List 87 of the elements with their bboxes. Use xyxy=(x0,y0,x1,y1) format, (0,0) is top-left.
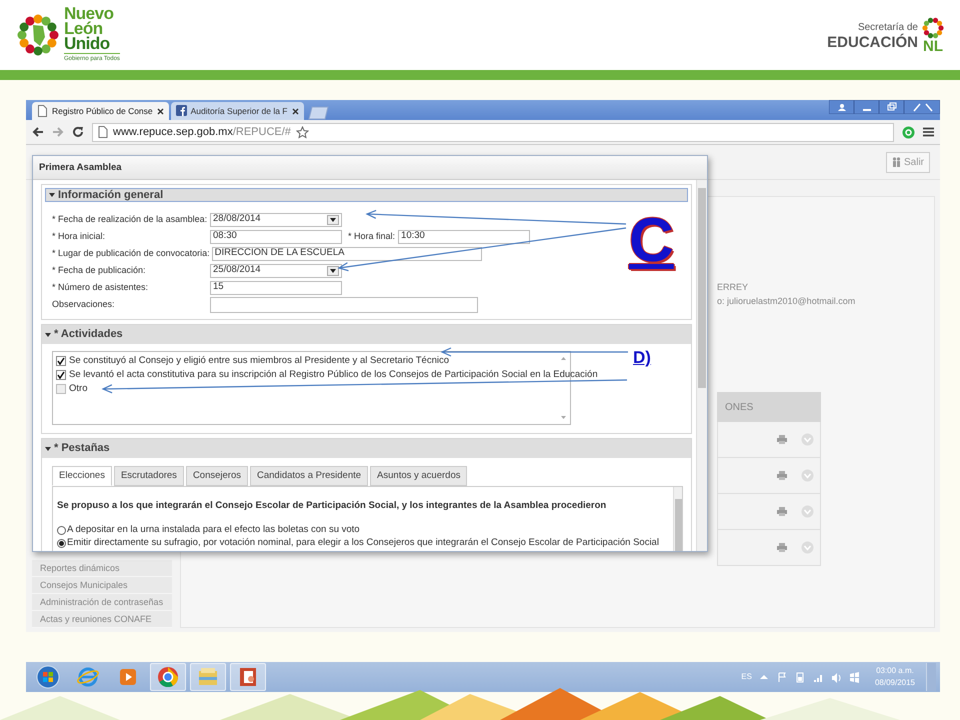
minimize-icon[interactable] xyxy=(854,100,879,114)
section-header[interactable]: Información general xyxy=(45,188,688,202)
new-tab-icon[interactable] xyxy=(306,106,330,120)
dropdown-arrow-icon[interactable] xyxy=(330,218,336,222)
show-desktop-button[interactable] xyxy=(926,663,936,691)
scrollbar[interactable] xyxy=(696,180,707,551)
flag-icon[interactable] xyxy=(776,672,788,682)
restore-icon[interactable] xyxy=(879,100,904,114)
user-icon[interactable] xyxy=(829,100,854,114)
field-label: * Hora final: xyxy=(348,230,396,243)
logo-text: EDUCACIÓN xyxy=(827,35,918,50)
expand-triangle-icon[interactable] xyxy=(45,332,51,336)
tab[interactable]: Elecciones xyxy=(52,466,112,486)
input-field[interactable]: 10:30 xyxy=(398,230,530,244)
checkbox-label: Se constituyó al Consejo y eligió entre sus miembros al Presidente y al Secretario Técnico xyxy=(69,354,450,368)
tab[interactable]: Consejeros xyxy=(186,466,248,486)
chrome-icon[interactable] xyxy=(156,665,180,689)
option-label: A depositar en la urna instalada para el efecto las boletas con su voto xyxy=(67,522,360,537)
input-field[interactable] xyxy=(210,296,478,312)
tab[interactable]: Candidatos a Presidente xyxy=(250,466,368,486)
forward-arrow-icon[interactable] xyxy=(52,126,64,138)
section-title: Información general xyxy=(58,188,164,203)
input-field[interactable]: 15 xyxy=(210,280,342,294)
people-icon xyxy=(892,157,901,167)
address-bar[interactable]: www.repuce.sep.gob.mx/REPUCE/# xyxy=(92,122,894,142)
browser-tab[interactable]: Auditoría Superior de la F xyxy=(170,102,304,120)
table-header: ONES xyxy=(717,392,821,422)
page-icon xyxy=(98,126,108,138)
facebook-icon xyxy=(176,105,187,117)
star-icon[interactable] xyxy=(296,126,309,138)
tab[interactable]: Escrutadores xyxy=(114,466,184,486)
flower-logo-icon xyxy=(16,13,60,57)
logo-text: León xyxy=(64,21,103,36)
date-field[interactable]: 25/08/2014 xyxy=(210,264,342,278)
url-text: www.repuce.sep.gob.mx/REPUCE/# xyxy=(113,124,291,140)
logo-text: Unido xyxy=(64,36,111,51)
field-label: * Hora inicial: xyxy=(52,230,106,243)
section-header[interactable]: * Actividades xyxy=(42,325,691,344)
expand-triangle-icon[interactable] xyxy=(49,193,55,197)
annotation-label: D) xyxy=(633,349,651,366)
battery-icon[interactable] xyxy=(794,672,806,682)
printer-icon[interactable] xyxy=(777,507,787,516)
field-label: Observaciones: xyxy=(52,298,116,311)
logo-text: Secretaría de xyxy=(858,21,918,34)
field-label: * Fecha de realización de la asamblea: xyxy=(52,212,208,226)
scrollbar[interactable] xyxy=(673,487,682,551)
browser-e-icon[interactable] xyxy=(76,665,100,689)
section-title: * Pestañas xyxy=(54,441,110,456)
printer-icon[interactable] xyxy=(777,543,787,552)
menu-icon[interactable] xyxy=(923,127,934,137)
dropdown-arrow-icon[interactable] xyxy=(330,268,336,272)
checkbox-label: Se levantó el acta constitutiva para su inscripción al Registro Público de los Consejos de Participación Social en la Educación xyxy=(69,368,598,382)
field-label: * Fecha de publicación: xyxy=(52,264,147,277)
dialog-title: Primera Asamblea xyxy=(33,156,707,180)
logo-text: NL xyxy=(923,38,943,54)
radio-button[interactable] xyxy=(57,538,66,548)
input-field[interactable]: DIRECCION DE LA ESCUELA xyxy=(212,246,482,260)
back-arrow-icon[interactable] xyxy=(32,126,44,138)
radio-button[interactable] xyxy=(57,526,66,534)
page-icon xyxy=(37,105,48,117)
checkbox-label: Otro xyxy=(69,382,88,396)
speaker-icon[interactable] xyxy=(830,672,842,682)
section-title: * Actividades xyxy=(54,327,123,342)
printer-icon[interactable] xyxy=(777,435,787,444)
field-label: * Número de asistentes: xyxy=(52,280,150,294)
background-text: ERREY xyxy=(717,281,750,294)
section-header[interactable]: * Pestañas xyxy=(42,439,691,458)
date-field[interactable]: 28/08/2014 xyxy=(210,212,342,226)
background-text: o: julioruelastm2010@hotmail.com xyxy=(717,295,856,308)
extension-icon[interactable] xyxy=(902,126,915,138)
expand-triangle-icon[interactable] xyxy=(45,446,51,450)
checkbox[interactable] xyxy=(56,356,66,366)
input-field[interactable]: 08:30 xyxy=(210,230,342,244)
question-text: Se propuso a los que integrarán el Consejo Escolar de Participación Social, y los integrantes de la Asamblea procedieron xyxy=(57,499,608,514)
tab[interactable]: Asuntos y acuerdos xyxy=(370,466,468,486)
annotation-label: C xyxy=(629,210,674,272)
flower-logo-icon xyxy=(922,16,944,38)
browser-tab[interactable]: Registro Público de Conse xyxy=(32,102,169,120)
option-label: Emitir directamente su sufragio, por votación nominal, para elegir a los Consejeros que integrarán el Consejo Escolar de Participación Social xyxy=(67,536,659,550)
start-orb-icon[interactable] xyxy=(36,665,60,689)
checkbox[interactable] xyxy=(56,370,66,380)
reload-icon[interactable] xyxy=(72,126,84,138)
windows-flag-icon[interactable] xyxy=(848,672,860,682)
printer-icon[interactable] xyxy=(777,471,787,480)
logo-text: Nuevo xyxy=(64,6,114,21)
field-label: * Lugar de publicación de convocatoria: xyxy=(52,246,211,260)
checkbox[interactable] xyxy=(56,384,66,394)
